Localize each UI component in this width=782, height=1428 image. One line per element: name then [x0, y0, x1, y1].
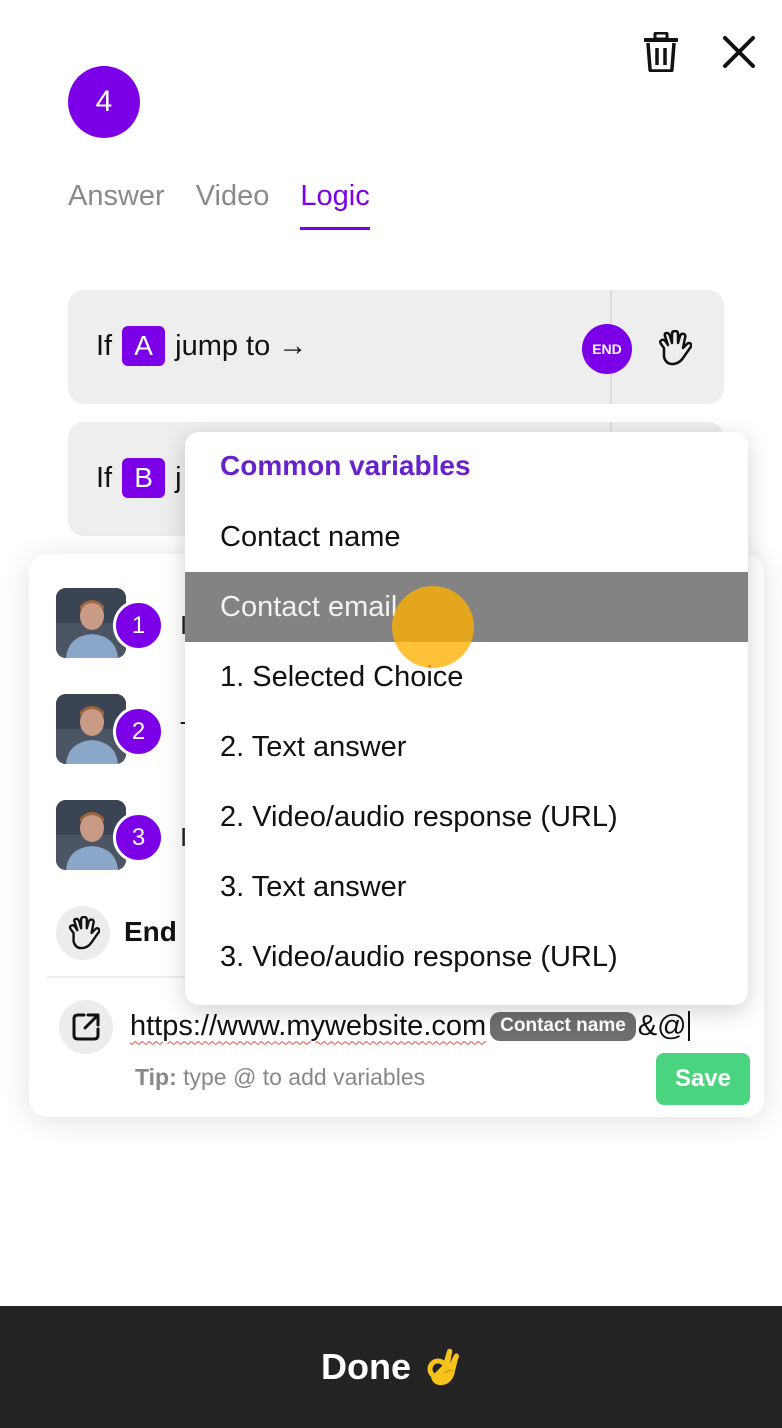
dropdown-header: Common variables [220, 450, 471, 481]
rule-suffix: j [175, 461, 182, 494]
tab-answer[interactable]: Answer [68, 180, 165, 230]
tab-logic[interactable]: Logic [300, 180, 370, 230]
end-icon-circle [56, 906, 110, 960]
end-label: End [124, 916, 177, 947]
close-icon [723, 36, 755, 68]
rule-prefix: If [96, 461, 113, 494]
tab-bar: Answer Video Logic [68, 180, 370, 230]
step-number: 1 [113, 600, 164, 651]
waving-hand-icon [658, 330, 692, 366]
url-text: https://www.mywebsite.com [130, 1009, 487, 1042]
menu-item-video-response-2[interactable]: 2. Video/audio response (URL) [185, 782, 748, 852]
menu-item-selected-choice-1[interactable]: 1. Selected Choice [185, 642, 748, 712]
variable-chip[interactable]: Contact name [490, 1011, 636, 1041]
tab-video[interactable]: Video [196, 180, 270, 230]
external-link-icon [72, 1013, 100, 1041]
rule-text: If A jump to → [96, 326, 307, 366]
variables-dropdown: Common variables Contact name Contact em… [185, 432, 748, 1005]
rule-suffix: jump to → [175, 329, 308, 362]
choice-badge: B [122, 458, 166, 498]
menu-item-text-answer-3[interactable]: 3. Text answer [185, 852, 748, 922]
jump-target-badge[interactable]: END [582, 324, 632, 374]
rule-prefix: If [96, 329, 113, 362]
waving-hand-icon [68, 916, 100, 950]
done-label: Done [321, 1346, 411, 1387]
trash-icon [644, 32, 678, 72]
tip-text: Tip: type @ to add variables [135, 1064, 425, 1091]
choice-badge: A [122, 326, 166, 366]
menu-item-text-answer-2[interactable]: 2. Text answer [185, 712, 748, 782]
logic-rule-a: If A jump to → END [68, 290, 724, 404]
menu-item-contact-name[interactable]: Contact name [185, 502, 748, 572]
ok-hand-icon [425, 1347, 461, 1387]
tip-body: type @ to add variables [176, 1064, 426, 1090]
step-number-badge: 4 [68, 66, 140, 138]
menu-item-video-response-3[interactable]: 3. Video/audio response (URL) [185, 922, 748, 992]
close-button[interactable] [718, 30, 760, 74]
text-caret [687, 1011, 690, 1041]
rule-text: If B j [96, 458, 182, 498]
external-link-button[interactable] [59, 1000, 113, 1054]
delete-button[interactable] [640, 30, 682, 74]
save-button[interactable]: Save [656, 1053, 750, 1105]
done-button[interactable]: Done [0, 1306, 782, 1428]
step-number: 3 [113, 812, 164, 863]
tip-label: Tip: [135, 1064, 177, 1090]
menu-item-contact-email[interactable]: Contact email [185, 572, 748, 642]
url-suffix: &@ [637, 1009, 687, 1042]
end-target-button[interactable] [654, 328, 694, 368]
url-input[interactable]: https://www.mywebsite.com Contact name &… [130, 1006, 690, 1046]
step-number: 2 [113, 706, 164, 757]
